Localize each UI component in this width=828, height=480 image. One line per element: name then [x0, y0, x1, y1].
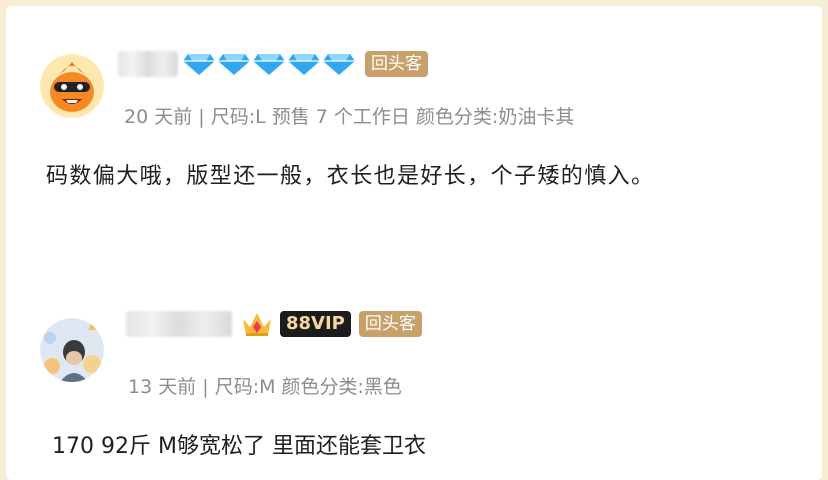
diamond-icon [288, 54, 320, 75]
review-text: 170 92斤 M够宽松了 里面还能套卫衣 [52, 434, 426, 459]
returning-customer-badge: 回头客 [365, 51, 428, 77]
diamond-icon [323, 54, 355, 75]
review-text: 码数偏大哦，版型还一般，衣长也是好长，个子矮的慎入。 [46, 164, 655, 189]
diamond-icon [218, 54, 250, 75]
user-name-row: 88VIP 回头客 [126, 308, 422, 340]
photo-avatar-icon [40, 318, 104, 382]
member-level-diamonds [182, 52, 357, 76]
user-avatar[interactable] [40, 318, 104, 382]
review-meta: 13 天前 | 尺码:M 颜色分类:黑色 [128, 376, 402, 398]
diamond-icon [253, 54, 285, 75]
review-item: 88VIP 回头客 13 天前 | 尺码:M 颜色分类:黑色 170 92斤 M… [6, 296, 822, 480]
vip-badge: 88VIP [280, 311, 351, 337]
review-card: 回头客 20 天前 | 尺码:L 预售 7 个工作日 颜色分类:奶油卡其 码数偏… [6, 6, 822, 480]
review-meta: 20 天前 | 尺码:L 预售 7 个工作日 颜色分类:奶油卡其 [124, 106, 575, 128]
returning-customer-badge: 回头客 [358, 311, 422, 337]
crown-icon [243, 313, 271, 336]
mascot-avatar-icon [40, 54, 104, 118]
blurred-username [126, 311, 232, 337]
review-item: 回头客 20 天前 | 尺码:L 预售 7 个工作日 颜色分类:奶油卡其 码数偏… [6, 6, 822, 296]
user-avatar[interactable] [40, 54, 104, 118]
blurred-username [118, 51, 178, 77]
diamond-icon [183, 54, 215, 75]
user-name-row: 回头客 [118, 48, 428, 80]
